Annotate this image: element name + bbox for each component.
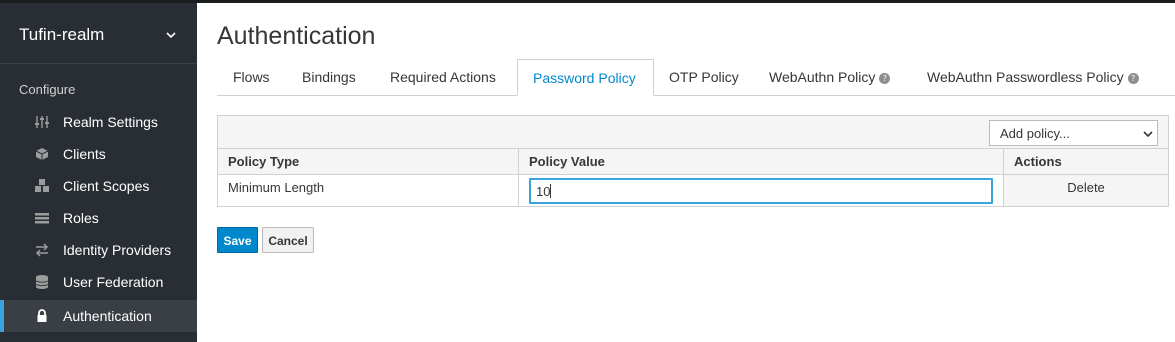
realm-selector[interactable]: Tufin-realm	[0, 3, 197, 64]
tab-webauthn-passwordless-policy[interactable]: WebAuthn Passwordless Policy?	[927, 59, 1139, 96]
sidebar-item-user-federation[interactable]: User Federation	[0, 266, 197, 298]
column-header-policy-value: Policy Value	[529, 154, 605, 169]
sidebar-item-label: Realm Settings	[63, 114, 158, 130]
delete-action[interactable]: Delete	[1004, 175, 1168, 206]
chevron-down-icon	[1143, 131, 1153, 138]
realm-name: Tufin-realm	[19, 25, 105, 44]
text-cursor	[550, 184, 552, 198]
delete-label: Delete	[1067, 180, 1105, 195]
policy-type-cell: Minimum Length	[228, 180, 325, 195]
sliders-icon	[35, 116, 49, 128]
tab-webauthn-policy[interactable]: WebAuthn Policy?	[769, 59, 891, 96]
column-header-actions: Actions	[1014, 154, 1062, 169]
tab-label: WebAuthn Passwordless Policy	[927, 69, 1124, 85]
column-header-policy-type: Policy Type	[228, 154, 300, 169]
tab-flows[interactable]: Flows	[233, 59, 270, 96]
add-policy-select[interactable]: Add policy...	[989, 120, 1158, 146]
sidebar-item-identity-providers[interactable]: Identity Providers	[0, 234, 197, 266]
add-policy-label: Add policy...	[1000, 126, 1070, 141]
tab-bindings[interactable]: Bindings	[302, 59, 356, 96]
policy-value-text: 10	[536, 184, 551, 199]
tab-password-policy[interactable]: Password Policy	[517, 59, 654, 96]
cancel-button[interactable]: Cancel	[262, 227, 314, 253]
sidebar-item-clients[interactable]: Clients	[0, 138, 197, 170]
tab-required-actions[interactable]: Required Actions	[390, 59, 496, 96]
tab-otp-policy[interactable]: OTP Policy	[669, 59, 739, 96]
table-toolbar: Add policy...	[218, 116, 1168, 149]
sidebar-item-authentication[interactable]: Authentication	[0, 300, 197, 332]
sidebar-item-label: Identity Providers	[63, 242, 172, 258]
sidebar: Tufin-realm Configure Realm Settings Cli…	[0, 3, 197, 342]
sidebar-item-label: Roles	[63, 210, 99, 226]
exchange-icon	[35, 243, 49, 257]
table-header: Policy Type Policy Value Actions	[218, 149, 1168, 175]
section-label-configure: Configure	[19, 82, 76, 97]
sidebar-item-label: User Federation	[63, 274, 164, 290]
tab-bar: Flows Bindings Required Actions Password…	[217, 59, 1175, 96]
policy-table: Add policy... Policy Type Policy Value A…	[217, 115, 1169, 207]
page-title: Authentication	[217, 22, 376, 50]
table-row: Minimum Length 10 Delete	[218, 175, 1168, 206]
tab-label: OTP Policy	[669, 69, 739, 85]
cube-icon	[35, 148, 49, 160]
chevron-down-icon	[166, 32, 176, 39]
tab-label: Bindings	[302, 69, 356, 85]
tab-label: Required Actions	[390, 69, 496, 85]
save-button[interactable]: Save	[217, 227, 258, 253]
sidebar-item-client-scopes[interactable]: Client Scopes	[0, 170, 197, 202]
sidebar-item-label: Clients	[63, 146, 106, 162]
tab-label: Password Policy	[533, 70, 636, 86]
help-icon[interactable]: ?	[879, 73, 891, 84]
list-icon	[35, 213, 49, 224]
sidebar-item-label: Authentication	[63, 308, 152, 324]
sidebar-item-roles[interactable]: Roles	[0, 202, 197, 234]
help-icon[interactable]: ?	[1127, 73, 1139, 84]
policy-value-input[interactable]: 10	[529, 178, 993, 204]
sidebar-item-label: Client Scopes	[63, 178, 150, 194]
sidebar-item-realm-settings[interactable]: Realm Settings	[0, 106, 197, 138]
tab-label: WebAuthn Policy	[769, 69, 876, 85]
database-icon	[35, 275, 49, 289]
lock-icon	[37, 309, 47, 322]
tab-label: Flows	[233, 69, 270, 85]
cubes-icon	[35, 179, 49, 192]
